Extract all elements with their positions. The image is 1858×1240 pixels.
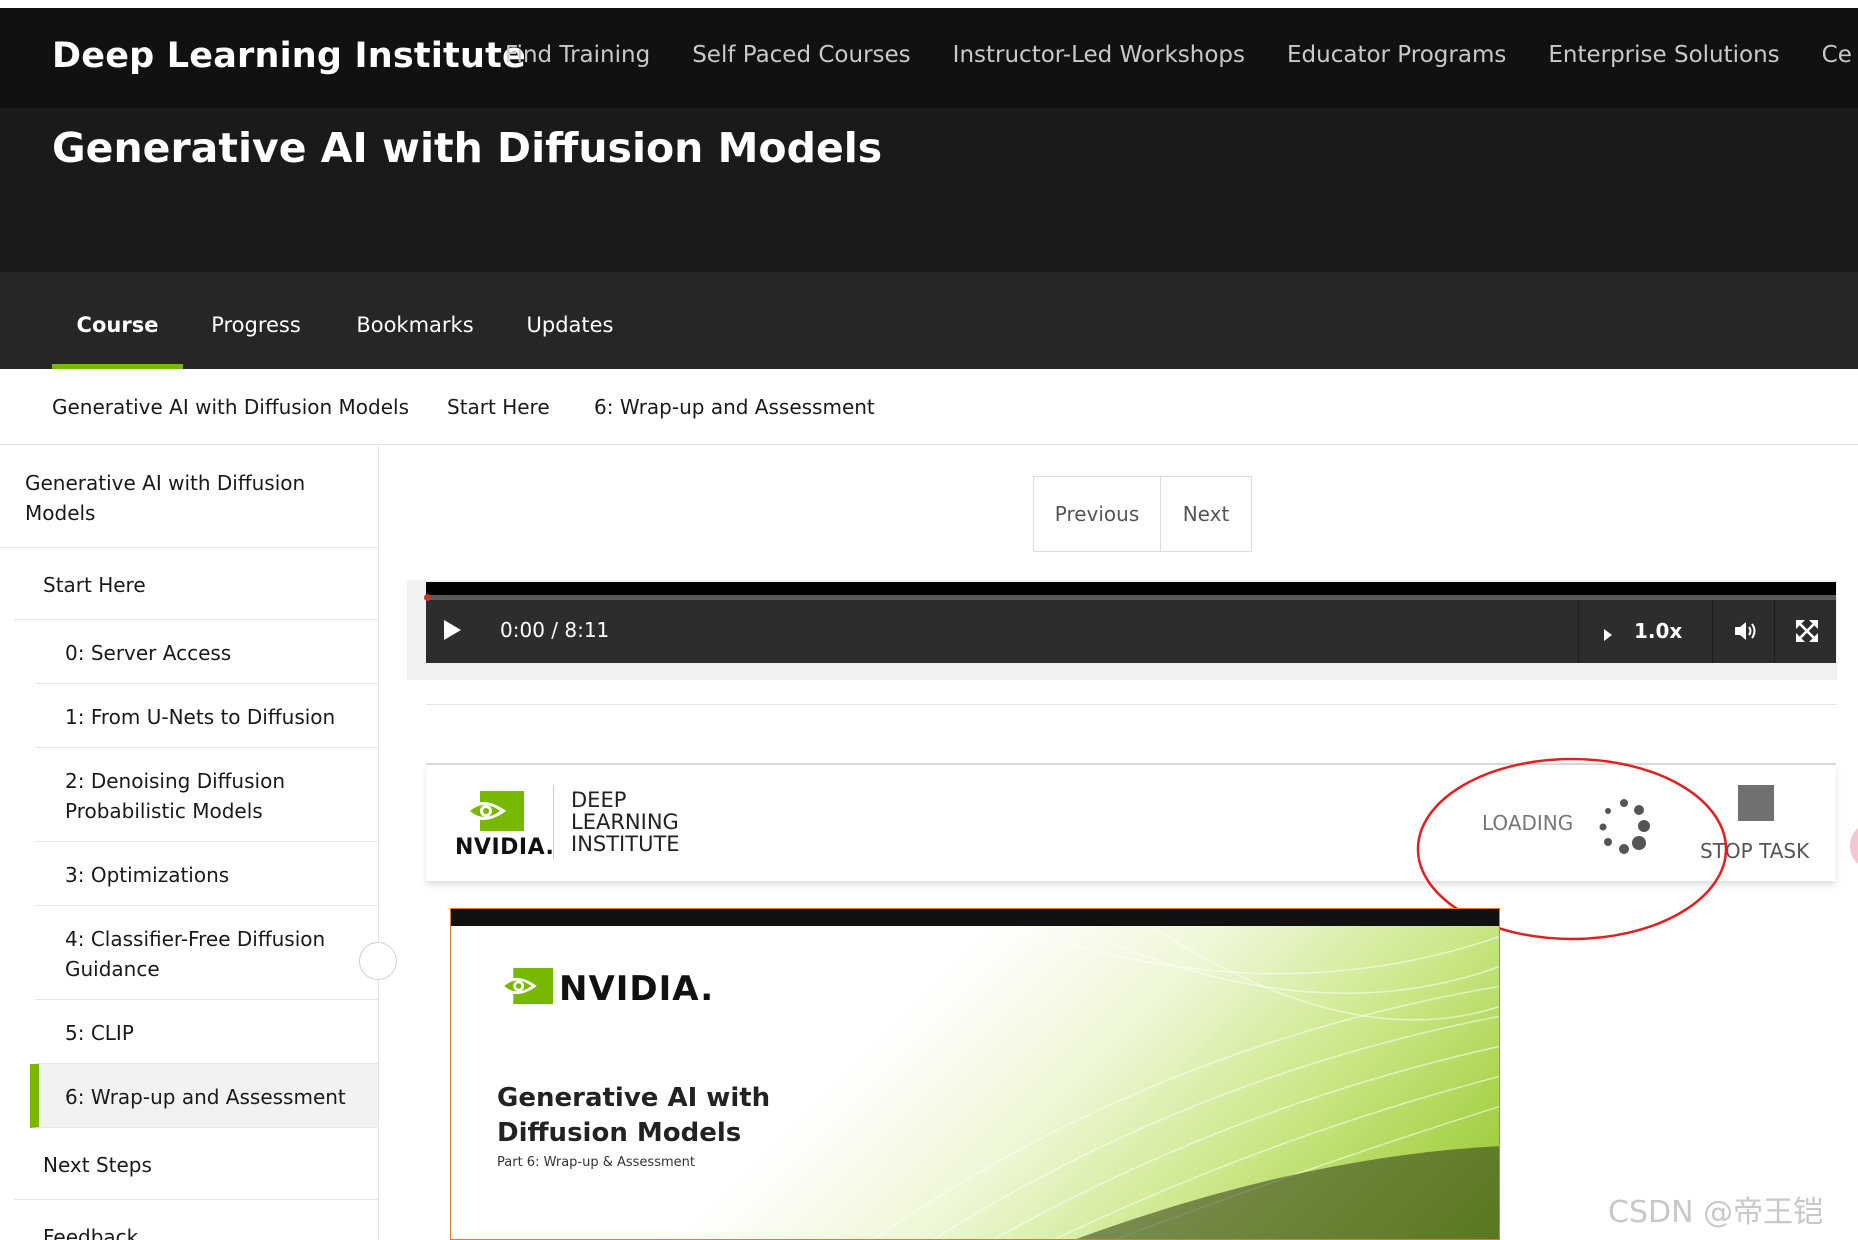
watermark: CSDN @帝王铠 xyxy=(1608,1195,1824,1230)
slide-title-line: Generative AI with xyxy=(497,1083,771,1113)
volume-icon[interactable] xyxy=(1733,619,1759,643)
nav-find-training[interactable]: Find Training xyxy=(505,42,650,68)
top-strip xyxy=(0,0,1858,8)
playback-speed-button[interactable]: 1.0x xyxy=(1634,619,1682,643)
nav-educator-programs[interactable]: Educator Programs xyxy=(1287,42,1506,68)
edge-floating-button[interactable] xyxy=(1850,826,1858,866)
nvidia-eye-logo-icon xyxy=(497,967,553,1005)
next-button[interactable]: Next xyxy=(1161,477,1251,551)
sidebar-item-clip[interactable]: 5: CLIP xyxy=(35,1000,378,1064)
sidebar-item-label-line1: 2: Denoising Diffusion xyxy=(65,769,285,793)
task-header: NVIDIA. DEEP LEARNING INSTITUTE LOADING … xyxy=(426,765,1836,881)
slide-nvidia-wordmark: NVIDIA. xyxy=(559,969,715,1009)
slide-subtitle: Part 6: Wrap-up & Assessment xyxy=(497,1155,695,1170)
sidebar-item-label-line2: Guidance xyxy=(65,957,160,981)
breadcrumb-section[interactable]: Start Here xyxy=(447,395,550,419)
sidebar-item-unets[interactable]: 1: From U-Nets to Diffusion xyxy=(35,684,378,748)
video-slide-preview[interactable]: NVIDIA. Generative AI with Diffusion Mod… xyxy=(450,908,1500,1240)
loading-spinner-icon xyxy=(1599,799,1650,854)
logo-divider xyxy=(553,785,554,859)
sidebar-item-wrap-up-active[interactable]: 6: Wrap-up and Assessment xyxy=(30,1064,378,1128)
tab-updates[interactable]: Updates xyxy=(526,272,614,369)
sidebar-item-label: 0: Server Access xyxy=(65,641,232,665)
sidebar-section-label: Next Steps xyxy=(43,1153,152,1177)
sidebar-collapse-handle[interactable] xyxy=(359,942,397,980)
tab-progress[interactable]: Progress xyxy=(210,272,302,369)
breadcrumb-unit[interactable]: 6: Wrap-up and Assessment xyxy=(594,395,875,419)
previous-button[interactable]: Previous xyxy=(1034,477,1161,551)
dli-line: LEARNING xyxy=(571,810,679,834)
course-title: Generative AI with Diffusion Models xyxy=(52,124,883,172)
sidebar-item-label-line2: Probabilistic Models xyxy=(65,799,263,823)
sidebar-item-label: 5: CLIP xyxy=(65,1021,134,1045)
sidebar-course-title[interactable]: Generative AI with Diffusion Models xyxy=(0,446,378,548)
sidebar-item-label: 3: Optimizations xyxy=(65,863,230,887)
dli-line: INSTITUTE xyxy=(571,832,680,856)
page: Deep Learning Institute Find Training Sel… xyxy=(0,0,1858,1240)
breadcrumb-course[interactable]: Generative AI with Diffusion Models xyxy=(52,395,409,419)
slide-title: Generative AI with Diffusion Models xyxy=(497,1081,770,1151)
speed-caret-icon[interactable] xyxy=(1604,629,1612,641)
video-progress-handle[interactable] xyxy=(424,594,431,601)
nav-links: Find Training Self Paced Courses Instructo… xyxy=(505,42,1858,68)
stop-task-button[interactable]: STOP TASK xyxy=(1700,839,1809,863)
nav-instructor-led-workshops[interactable]: Instructor-Led Workshops xyxy=(953,42,1245,68)
video-controls: 0:00 / 8:11 1.0x xyxy=(424,582,1836,663)
nav-certification[interactable]: Ce xyxy=(1822,42,1852,68)
nvidia-eye-logo-icon xyxy=(462,791,524,831)
sidebar-section-next-steps[interactable]: Next Steps xyxy=(14,1128,378,1200)
sidebar-item-optimizations[interactable]: 3: Optimizations xyxy=(35,842,378,906)
tab-course[interactable]: Course xyxy=(52,272,183,369)
play-icon[interactable] xyxy=(444,620,461,640)
nav-enterprise-solutions[interactable]: Enterprise Solutions xyxy=(1548,42,1779,68)
divider xyxy=(426,704,1836,705)
video-frame-edge xyxy=(426,582,1836,595)
top-navigation: Deep Learning Institute Find Training Sel… xyxy=(0,8,1858,108)
fullscreen-icon[interactable] xyxy=(1795,619,1819,643)
nav-self-paced-courses[interactable]: Self Paced Courses xyxy=(692,42,910,68)
control-divider xyxy=(1712,600,1713,663)
sidebar-item-label: 6: Wrap-up and Assessment xyxy=(65,1085,346,1109)
tab-bookmarks[interactable]: Bookmarks xyxy=(356,272,474,369)
sidebar-item-server-access[interactable]: 0: Server Access xyxy=(35,620,378,684)
dli-line: DEEP xyxy=(571,788,627,812)
sidebar-item-denoising[interactable]: 2: Denoising Diffusion Probabilistic Mod… xyxy=(35,748,378,842)
site-brand[interactable]: Deep Learning Institute xyxy=(52,36,526,76)
slide-title-line: Diffusion Models xyxy=(497,1118,742,1148)
nvidia-wordmark: NVIDIA. xyxy=(455,835,555,860)
sidebar-section-feedback[interactable]: Feedback xyxy=(14,1200,378,1240)
sidebar-section-label: Start Here xyxy=(43,573,146,597)
stop-task-icon[interactable] xyxy=(1738,785,1774,821)
video-time: 0:00 / 8:11 xyxy=(500,618,610,642)
video-progress-bar[interactable] xyxy=(426,595,1836,600)
unit-pager: Previous Next xyxy=(1033,476,1252,552)
course-tabs: Course Progress Bookmarks Updates xyxy=(0,272,1858,369)
control-divider xyxy=(1578,600,1579,663)
course-hero: Generative AI with Diffusion Models xyxy=(0,108,1858,272)
sidebar-item-classifier-free[interactable]: 4: Classifier-Free Diffusion Guidance xyxy=(35,906,378,1000)
dli-logo-text: DEEP LEARNING INSTITUTE xyxy=(571,789,680,855)
sidebar-section-start-here[interactable]: Start Here xyxy=(14,548,378,620)
course-outline-sidebar: Generative AI with Diffusion Models Star… xyxy=(0,446,379,1240)
slide-top-bar xyxy=(451,909,1499,926)
sidebar-course-title-line2: Models xyxy=(25,501,96,525)
sidebar-section-label: Feedback xyxy=(43,1225,139,1240)
sidebar-item-label: 1: From U-Nets to Diffusion xyxy=(65,705,336,729)
loading-status: LOADING xyxy=(1482,811,1574,835)
sidebar-item-label-line1: 4: Classifier-Free Diffusion xyxy=(65,927,326,951)
control-divider xyxy=(1774,600,1775,663)
sidebar-course-title-line1: Generative AI with Diffusion xyxy=(25,471,306,495)
breadcrumb: Generative AI with Diffusion Models Star… xyxy=(0,369,1858,445)
